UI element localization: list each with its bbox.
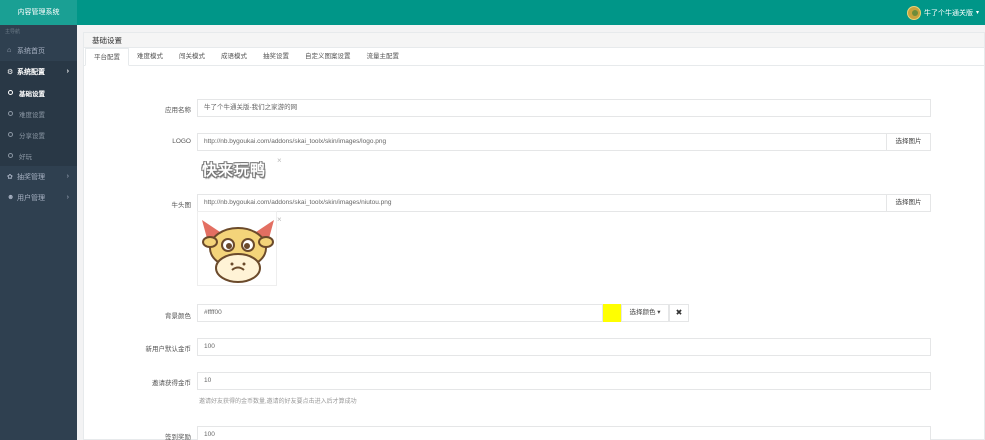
select-color-button[interactable]: 选择颜色 ▾ <box>621 304 669 322</box>
signin-reward-input[interactable]: 100 <box>197 426 931 440</box>
sidebar-subitem-difficulty[interactable]: 难度设置 <box>0 103 77 124</box>
chevron-right-icon: › <box>66 173 69 180</box>
bg-color-label: 背景颜色 <box>165 313 191 320</box>
sidebar-item-label: 系统首页 <box>17 47 45 55</box>
cow-head-label: 牛头图 <box>171 202 192 209</box>
logo-preview-image: 快来玩鸭 <box>202 161 267 179</box>
new-user-coins-input[interactable]: 100 <box>197 338 931 356</box>
cow-head-url-input[interactable]: http://nb.bygoukai.com/addons/skai_toolx… <box>197 194 887 212</box>
circle-icon <box>8 132 13 137</box>
tab-platform[interactable]: 平台配置 <box>85 48 129 66</box>
sidebar-item-label: 抽奖管理 <box>17 173 45 181</box>
sidebar-item-label: 系统配置 <box>17 68 45 76</box>
cow-head-select-image-button[interactable]: 选择图片 <box>886 194 931 212</box>
chevron-right-icon: › <box>66 68 69 75</box>
circle-icon <box>8 153 13 158</box>
tab-custom-pattern[interactable]: 自定义图案设置 <box>297 48 359 65</box>
logo-label: LOGO <box>172 138 191 145</box>
bg-color-input[interactable]: #ffff00 <box>197 304 603 322</box>
sidebar-header: 主导航 <box>5 29 21 35</box>
app-name-label: 应用名称 <box>165 107 191 114</box>
cow-head-remove-icon[interactable]: × <box>277 215 282 224</box>
logo-select-image-button[interactable]: 选择图片 <box>886 133 931 151</box>
sidebar-item-label: 用户管理 <box>17 194 45 202</box>
chevron-down-icon: ▾ <box>975 10 979 16</box>
tab-difficulty[interactable]: 难度模式 <box>129 48 171 65</box>
invite-coins-label: 邀请获得金币 <box>152 380 191 387</box>
circle-icon <box>8 90 13 95</box>
clear-color-button[interactable]: ✖ <box>669 304 689 322</box>
invite-coins-input[interactable]: 10 <box>197 372 931 390</box>
sidebar-subitem-label: 好玩 <box>19 153 32 161</box>
users-icon: ☻ <box>7 194 15 201</box>
circle-icon <box>8 111 13 116</box>
app-title: 内容管理系统 <box>0 0 77 25</box>
signin-reward-label: 签到奖励 <box>165 434 191 440</box>
sidebar-subitem-label: 基础设置 <box>19 90 45 98</box>
sidebar: 主导航 ⌂ 系统首页 ⚙ 系统配置 › 基础设置 难度设置 分享设置 好玩 ✿ … <box>0 25 77 440</box>
sidebar-subitem-label: 难度设置 <box>19 111 45 119</box>
chevron-right-icon: › <box>66 194 69 201</box>
avatar <box>906 5 921 20</box>
page-title: 基础设置 <box>84 33 984 48</box>
logo-url-input[interactable]: http://nb.bygoukai.com/addons/skai_toolx… <box>197 133 887 151</box>
cow-head-icon <box>202 220 274 283</box>
color-swatch[interactable] <box>603 304 621 322</box>
tab-lottery[interactable]: 抽奖设置 <box>255 48 297 65</box>
sidebar-subitem-basic[interactable]: 基础设置 <box>0 82 77 103</box>
new-user-coins-label: 新用户默认金币 <box>145 346 192 353</box>
cow-head-preview-image <box>197 211 277 286</box>
tab-traffic[interactable]: 流量主配置 <box>359 48 408 65</box>
sidebar-item-system-config[interactable]: ⚙ 系统配置 › <box>0 61 77 82</box>
app-name-input[interactable]: 牛了个牛通关版-我们之家游的网 <box>197 99 931 117</box>
home-icon: ⌂ <box>7 47 12 54</box>
user-menu[interactable]: 牛了个牛通关版 ▾ <box>906 0 979 25</box>
sidebar-subitem-share[interactable]: 分享设置 <box>0 124 77 145</box>
top-bar: 内容管理系统 牛了个牛通关版 ▾ <box>0 0 985 25</box>
gear-icon: ⚙ <box>7 68 14 76</box>
logo-remove-icon[interactable]: × <box>277 156 282 165</box>
tab-idiom[interactable]: 成语模式 <box>213 48 255 65</box>
sidebar-item-users[interactable]: ☻ 用户管理 › <box>0 187 77 208</box>
tab-levels[interactable]: 闯关模式 <box>171 48 213 65</box>
invite-coins-help: 邀请好友获得的金币数量,邀请的好友要点击进入后才算成功 <box>199 399 357 405</box>
sidebar-item-home[interactable]: ⌂ 系统首页 <box>0 40 77 61</box>
sidebar-subitem-label: 分享设置 <box>19 132 45 140</box>
user-name: 牛了个牛通关版 <box>923 9 973 17</box>
sidebar-item-lottery[interactable]: ✿ 抽奖管理 › <box>0 166 77 187</box>
gift-icon: ✿ <box>7 173 13 181</box>
sidebar-subitem-fun[interactable]: 好玩 <box>0 145 77 166</box>
tab-bar: 平台配置 难度模式 闯关模式 成语模式 抽奖设置 自定义图案设置 流量主配置 <box>84 48 984 66</box>
